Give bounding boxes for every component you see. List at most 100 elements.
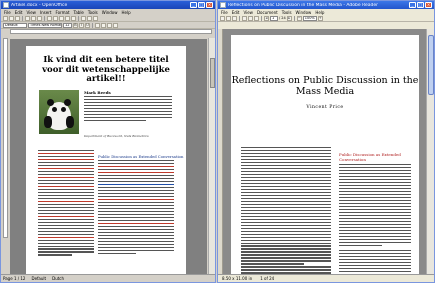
page-style: Default [31, 276, 47, 281]
zoom-select[interactable]: 100% [302, 15, 317, 21]
window-title: Artikel.docx - OpenOffice [11, 2, 68, 8]
save-icon[interactable] [220, 15, 225, 21]
titlebar[interactable]: Artikel.docx - OpenOffice _ □ × [1, 1, 215, 9]
maximize-button[interactable]: □ [417, 2, 424, 8]
font-size-select[interactable]: 12 [63, 22, 72, 28]
window-title: Reflections on Public Discussion in the … [228, 2, 379, 8]
bold-icon[interactable]: B [73, 22, 78, 28]
align-left-icon[interactable] [95, 22, 100, 28]
body-column-left [38, 150, 94, 257]
statusbar: 8.50 x 11.00 in 1 of 24 [218, 274, 434, 282]
vertical-ruler[interactable] [3, 38, 8, 238]
toolbar-separator [293, 15, 295, 21]
justify-icon[interactable] [113, 22, 118, 28]
table-icon[interactable] [81, 15, 86, 21]
zoom-out-icon[interactable]: − [296, 15, 302, 21]
close-button[interactable]: × [425, 2, 432, 8]
email-icon[interactable] [232, 15, 237, 21]
toolbar-separator [239, 15, 240, 21]
select-tool-icon[interactable] [248, 15, 253, 21]
menu-edit[interactable]: Edit [15, 10, 23, 15]
image-icon[interactable] [87, 15, 92, 21]
prev-page-icon[interactable]: ◂ [264, 15, 269, 21]
scrollbar-thumb[interactable] [210, 58, 215, 88]
menu-file[interactable]: File [221, 10, 228, 15]
vertical-scrollbar[interactable] [426, 29, 434, 276]
panda-image[interactable] [39, 90, 79, 134]
format-toolbar: Default Times New Roman 12 B I U [1, 22, 215, 29]
menu-window[interactable]: Window [296, 10, 312, 15]
print-icon[interactable] [25, 15, 30, 21]
menu-edit[interactable]: Edit [232, 10, 240, 15]
menu-tools[interactable]: Tools [88, 10, 98, 15]
menu-window[interactable]: Window [102, 10, 118, 15]
style-select[interactable]: Default [3, 22, 27, 28]
section-heading: Public Discussion as Extended Conversati… [98, 154, 184, 159]
menu-insert[interactable]: Insert [40, 10, 51, 15]
maximize-button[interactable]: □ [198, 2, 205, 8]
menu-format[interactable]: Format [55, 10, 69, 15]
panda-ear [47, 99, 54, 106]
copy-icon[interactable] [53, 15, 58, 21]
spellcheck-icon[interactable] [37, 15, 42, 21]
print-icon[interactable] [226, 15, 231, 21]
minimize-button[interactable]: _ [190, 2, 197, 8]
panda-ear [64, 99, 71, 106]
titlebar[interactable]: Reflections on Public Discussion in the … [218, 1, 434, 9]
scrollbar-thumb[interactable] [428, 35, 434, 95]
author-name: Mark Reeds [84, 90, 111, 95]
next-page-icon[interactable]: ▸ [286, 15, 292, 21]
hand-tool-icon[interactable] [242, 15, 247, 21]
panda-eye [52, 107, 57, 112]
italic-icon[interactable]: I [79, 22, 84, 28]
font-select[interactable]: Times New Roman [28, 22, 62, 28]
paper-column-right [339, 164, 411, 274]
minimize-button[interactable]: _ [409, 2, 416, 8]
toolbar-separator [261, 15, 262, 21]
vertical-scrollbar[interactable] [208, 38, 215, 274]
page-number-input[interactable]: 1 [270, 15, 278, 21]
save-icon[interactable] [15, 15, 20, 21]
page-size: 8.50 x 11.00 in [222, 276, 253, 281]
cut-icon[interactable] [47, 15, 52, 21]
pdf-canvas[interactable]: Reflections on Public Discussion in the … [223, 29, 426, 276]
redo-icon[interactable] [71, 15, 76, 21]
menu-file[interactable]: File [4, 10, 11, 15]
document-page[interactable]: Ik vind dit een betere titel voor dit we… [26, 46, 186, 274]
document-title: Ik vind dit een betere titel voor dit we… [42, 55, 170, 84]
pdf-page[interactable]: Reflections on Public Discussion in the … [231, 35, 419, 276]
horizontal-ruler[interactable] [10, 29, 212, 34]
paste-icon[interactable] [59, 15, 64, 21]
preview-icon[interactable] [31, 15, 36, 21]
menu-help[interactable]: Help [315, 10, 324, 15]
document-canvas[interactable]: Ik vind dit een betere titel voor dit we… [10, 39, 207, 274]
menu-view[interactable]: View [243, 10, 253, 15]
zoom-in-icon[interactable]: + [317, 15, 323, 21]
menu-view[interactable]: View [26, 10, 36, 15]
undo-icon[interactable] [65, 15, 70, 21]
toolbar-separator [78, 15, 79, 21]
close-button[interactable]: × [206, 2, 213, 8]
standard-toolbar [1, 15, 215, 22]
page-position: 1 of 24 [260, 276, 275, 281]
panda-arm [66, 116, 74, 128]
page-count: / 24 [279, 16, 286, 20]
author-affiliation: Department of Buzzword, Nuts Biometrics [84, 134, 149, 138]
align-center-icon[interactable] [101, 22, 106, 28]
zoom-icon[interactable] [93, 15, 98, 21]
statusbar: Page 1 / 12 Default Dutch [1, 274, 215, 282]
menu-help[interactable]: Help [122, 10, 131, 15]
align-right-icon[interactable] [107, 22, 112, 28]
menu-tools[interactable]: Tools [282, 10, 292, 15]
menu-table[interactable]: Table [74, 10, 84, 15]
page-indicator: Page 1 / 12 [3, 276, 26, 281]
pdf-reader-window: Reflections on Public Discussion in the … [217, 0, 435, 283]
section-heading: Public Discussion as Extended Conversati… [339, 152, 401, 162]
app-icon [3, 2, 9, 8]
underline-icon[interactable]: U [85, 22, 90, 28]
new-icon[interactable] [3, 15, 8, 21]
menu-document[interactable]: Document [257, 10, 278, 15]
word-processor-window: Artikel.docx - OpenOffice _ □ × File Edi… [0, 0, 216, 283]
zoom-tool-icon[interactable] [254, 15, 259, 21]
open-icon[interactable] [9, 15, 14, 21]
